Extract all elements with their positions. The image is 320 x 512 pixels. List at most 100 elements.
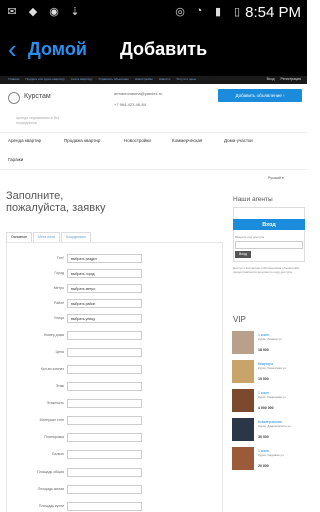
field-input[interactable] [67,450,142,459]
field-input[interactable]: выбрать улицу [67,314,142,323]
vip-title: VIP [233,315,246,324]
login-link[interactable]: Вход [267,77,275,81]
vip-price: 18 000 [258,348,269,352]
back-chevron-icon[interactable]: ‹ [8,36,17,62]
top-link[interactable]: Главная [8,77,19,81]
field-input[interactable]: выбрать раздел [67,254,142,263]
nav-item[interactable]: Аренда квартир [8,138,41,143]
vip-item[interactable]: 1 комн. Курск, Садовая ул. 20 000 [232,447,305,474]
vip-address: Курск, Садовая ул. [258,453,285,457]
form-row: Кол-во комнат [7,364,224,378]
tab-coordinates[interactable]: Координаты [61,232,91,242]
field-input[interactable] [67,485,142,494]
nav-item[interactable]: Продажа квартир [64,138,100,143]
vip-address: Курск, Советская ул. [258,366,287,370]
field-input[interactable] [67,416,142,425]
mail-icon: ✉ [7,5,17,18]
field-input[interactable]: выбрать район [67,299,142,308]
form-row: Метро выбрать метро [7,283,224,297]
add-listing-button[interactable]: Добавить объявление › [218,89,302,102]
nav-item[interactable]: Коммерческая [172,138,202,143]
form-row: Материал стен [7,415,224,429]
field-label: Балкон [52,452,64,456]
top-link[interactable]: Продать или сдать квартиру [25,77,64,81]
field-input[interactable] [67,331,142,340]
vip-photo[interactable] [232,331,254,354]
field-input[interactable]: выбрать метро [67,284,142,293]
field-label: Улица [54,316,64,320]
field-label: Этажность [46,401,64,405]
app-bar: ‹ Домой Добавить [0,24,307,76]
register-link[interactable]: Регистрация [281,77,301,81]
vip-price: 20 000 [258,464,269,468]
form-heading: Заполните, пожалуйста, заявку [6,190,106,214]
top-link[interactable]: Услуги и цены [176,77,196,81]
field-input[interactable] [67,433,142,442]
form-row: Номер дома [7,330,224,344]
listing-form: Тип* выбрать раздел Город выбрать город Метр… [6,242,223,512]
brand-name[interactable]: Курстам [24,93,51,100]
field-input[interactable] [67,399,142,408]
tab-main[interactable]: Основное [6,232,33,242]
field-label: Цена [55,350,64,354]
tagline: Аренда недвижимости без посредников [16,116,60,125]
form-row: Планировка [7,432,224,446]
top-link[interactable]: Новости [159,77,171,81]
top-link[interactable]: Новостройки [135,77,153,81]
field-label: Тип* [56,256,64,260]
vip-price: 15 000 [258,377,269,381]
form-row: Город выбрать город [7,268,224,282]
vip-photo[interactable] [232,389,254,412]
form-row: Площадь кухни [7,501,224,512]
agent-login-header[interactable]: Вход [233,219,305,230]
form-row: Площадь общая [7,467,224,481]
category-nav: Аренда квартир Продажа квартир Новострой… [0,132,307,170]
tab-meta[interactable]: Мета поля [33,232,61,242]
field-label: Этаж [55,384,64,388]
field-input[interactable] [67,348,142,357]
field-input[interactable]: выбрать город [67,269,142,278]
field-label: Материал стен [39,418,64,422]
contact-info: armacronasma@yandex.ru +7 964-423-46-84 [114,88,162,110]
form-row: Площадь жилая [7,484,224,498]
contact-email[interactable]: armacronasma@yandex.ru [114,88,162,99]
logo-icon[interactable] [8,92,20,104]
vip-photo[interactable] [232,447,254,470]
form-row: Улица выбрать улицу [7,313,224,327]
field-label: Город [54,271,64,275]
nav-item[interactable]: Новостройки [124,138,151,143]
clock: 8:54 PM [245,4,301,21]
login-submit-button[interactable]: Вход [235,251,251,258]
field-label: Район [54,301,64,305]
field-label: Метро [53,286,64,290]
field-label: Планировка [44,435,64,439]
agents-title: Наши агенты [233,196,273,203]
field-label: Кол-во комнат [40,367,64,371]
field-input[interactable] [67,502,142,511]
notification-icons: ✉ ◆ ◉ ⇣ [4,3,83,19]
field-input[interactable] [67,382,142,391]
vip-item[interactable]: Квартира Курск, Советская ул. 15 000 [232,360,305,387]
vip-item[interactable]: 1 комн. Курск, Радищева ул. 4 000 000 [232,389,305,416]
nav-item[interactable]: Дома-участки [224,138,253,143]
wifi-icon: ◔ [195,5,203,17]
field-input[interactable] [67,365,142,374]
field-label: Номер дома [43,333,64,337]
language-select[interactable]: Русский ▾ [268,176,284,180]
eye-icon: ◎ [175,5,185,18]
field-input[interactable] [67,468,142,477]
access-code-input[interactable] [235,241,303,249]
vip-price: 4 000 000 [258,406,274,410]
vip-item[interactable]: Коммерческая Курск, Дзержинского ул. 30 00… [232,418,305,445]
vip-photo[interactable] [232,418,254,441]
nav-item[interactable]: Гаражи [8,157,23,162]
vip-address: Курск, Дзержинского ул. [258,424,292,428]
form-row: Этажность [7,398,224,412]
back-button[interactable]: Домой [28,39,87,60]
form-row: Балкон [7,449,224,463]
form-row: Район выбрать район [7,298,224,312]
vip-photo[interactable] [232,360,254,383]
vip-item[interactable]: 1 комн. Курск, Ленина ул. 18 000 [232,331,305,358]
top-link[interactable]: Управлять объектами [98,77,128,81]
top-link[interactable]: Снять квартиру [71,77,93,81]
